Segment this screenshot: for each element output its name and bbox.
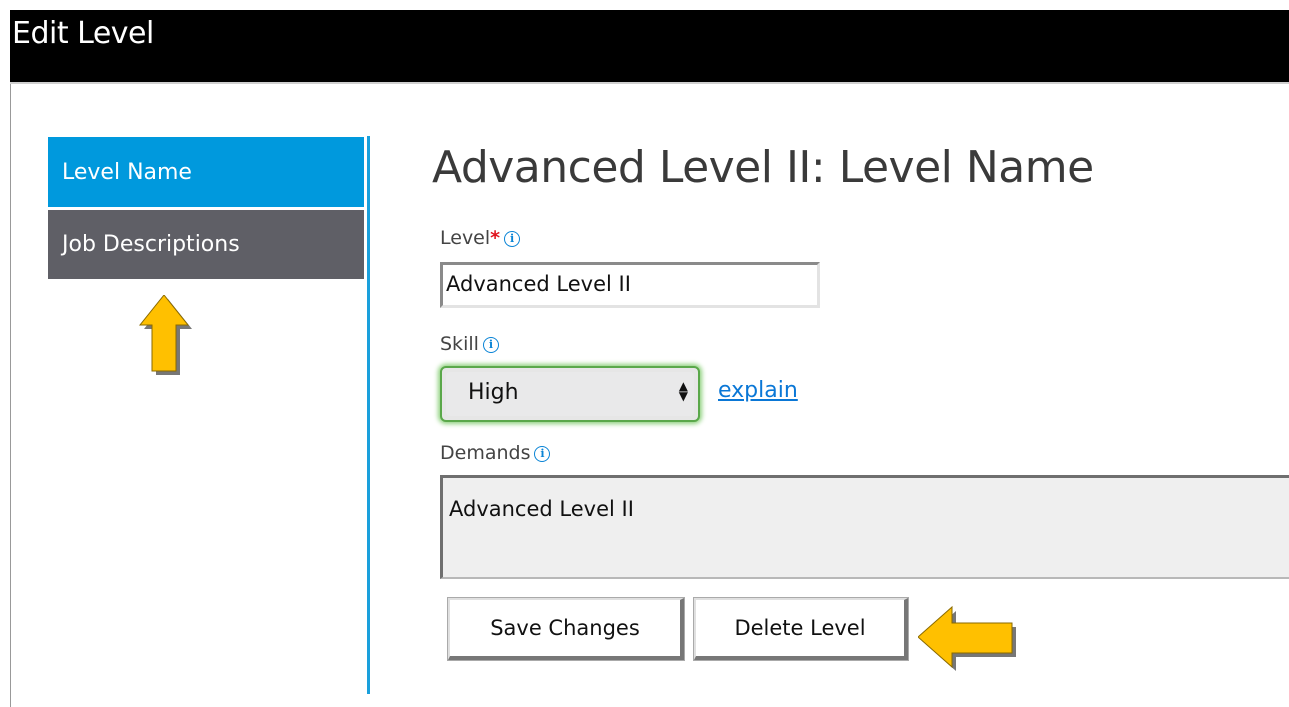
page-title: Advanced Level II: Level Name — [432, 142, 1094, 193]
sidebar-item-label: Job Descriptions — [62, 232, 240, 257]
skill-label: Skill i — [440, 333, 499, 355]
title-bar: Edit Level — [10, 10, 1289, 84]
sidebar-item-job-descriptions[interactable]: Job Descriptions — [48, 210, 364, 282]
level-name-input[interactable]: Advanced Level II — [440, 262, 820, 308]
edit-level-dialog: Edit Level Level Name Job Descriptions A… — [10, 10, 1289, 707]
select-updown-icon: ▲ ▼ — [678, 379, 688, 403]
skill-selected-value: High — [468, 380, 519, 405]
demands-label: Demands i — [440, 442, 551, 464]
demands-label-text: Demands — [440, 442, 531, 464]
left-arrow-icon — [918, 605, 1016, 671]
info-icon[interactable]: i — [504, 231, 521, 247]
sidebar-item-label: Level Name — [62, 159, 192, 185]
sidebar-divider — [367, 136, 370, 694]
explain-link[interactable]: explain — [718, 378, 798, 403]
level-label: Level* i — [440, 227, 521, 249]
sidebar-nav: Level Name Job Descriptions — [48, 137, 364, 282]
left-border — [10, 84, 11, 707]
up-arrow-icon — [138, 295, 192, 375]
skill-select[interactable]: High ▲ ▼ — [440, 366, 700, 422]
save-changes-button[interactable]: Save Changes — [447, 597, 685, 661]
skill-select-box[interactable]: High ▲ ▼ — [446, 372, 694, 416]
info-icon[interactable]: i — [482, 337, 499, 353]
demands-textarea[interactable]: Advanced Level II — [440, 475, 1289, 579]
sidebar-item-level-name[interactable]: Level Name — [48, 137, 364, 210]
info-icon[interactable]: i — [534, 446, 551, 462]
dialog-title: Edit Level — [12, 16, 154, 51]
skill-label-text: Skill — [440, 333, 479, 355]
delete-level-button[interactable]: Delete Level — [693, 597, 909, 661]
required-asterisk: * — [490, 227, 501, 249]
level-label-text: Level — [440, 227, 491, 249]
